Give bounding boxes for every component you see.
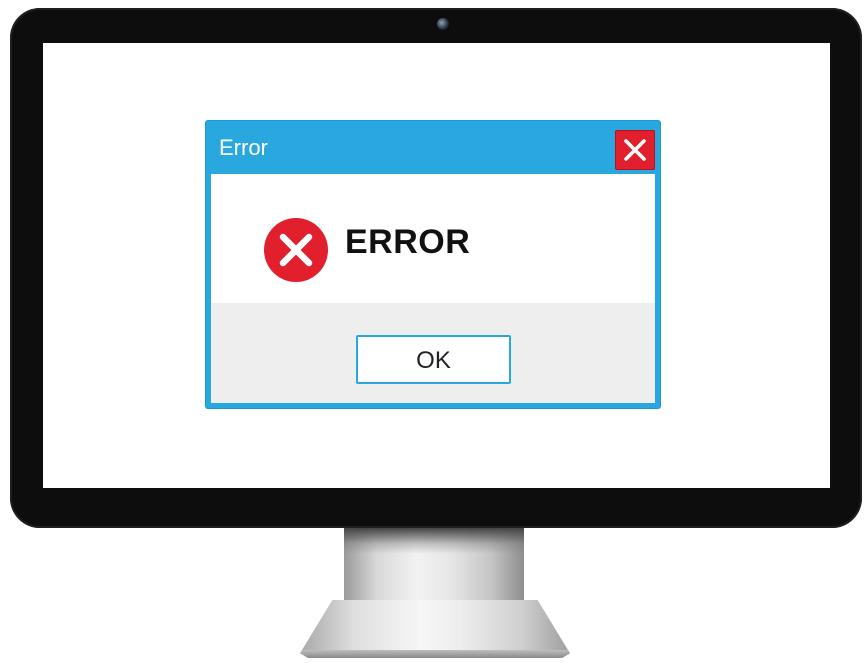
monitor-base-lip xyxy=(302,650,568,658)
dialog-title: Error xyxy=(219,135,268,160)
scene: Error ERROR OK xyxy=(0,0,864,663)
close-button[interactable] xyxy=(615,130,655,170)
error-dialog: Error ERROR OK xyxy=(206,121,660,408)
close-icon xyxy=(624,139,646,161)
error-message: ERROR xyxy=(345,223,471,261)
stand-shadow xyxy=(344,528,524,554)
dialog-titlebar[interactable]: Error xyxy=(206,121,660,174)
ok-button[interactable]: OK xyxy=(356,335,511,384)
webcam-icon xyxy=(437,18,449,30)
error-icon xyxy=(264,218,328,282)
